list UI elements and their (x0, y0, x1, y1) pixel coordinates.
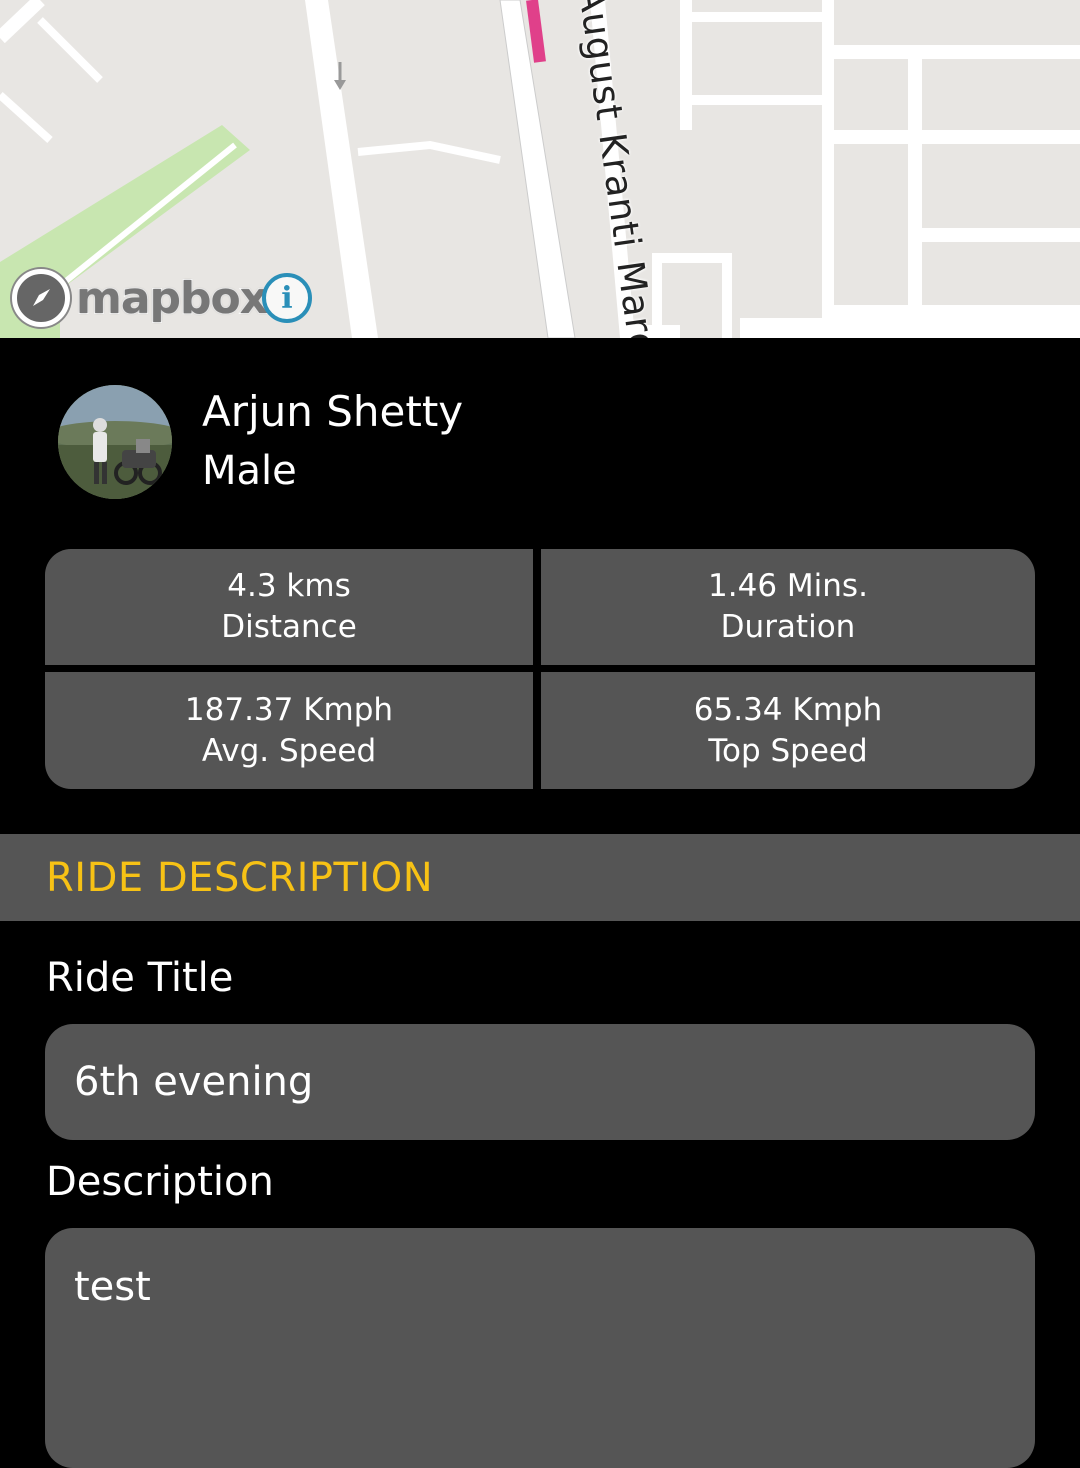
mapbox-wordmark: mapbox (75, 272, 269, 325)
compass-icon (33, 289, 50, 306)
description-label: Description (46, 1159, 274, 1205)
route-map[interactable]: August Kranti Marg mapbox i (0, 0, 1080, 338)
stat-avg-speed: 187.37 Kmph Avg. Speed (45, 672, 533, 789)
ride-description-header: RIDE DESCRIPTION (0, 834, 1080, 921)
ride-title-input[interactable]: 6th evening (45, 1024, 1035, 1140)
rider-gender: Male (202, 448, 297, 494)
avatar-photo (58, 385, 172, 499)
stat-duration-label: Duration (720, 609, 856, 645)
rider-profile: Arjun Shetty Male (58, 383, 463, 501)
stat-top-speed-label: Top Speed (708, 732, 868, 769)
stat-distance: 4.3 kms Distance (45, 549, 533, 665)
stat-top-speed-value: 65.34 Kmph (693, 691, 883, 728)
description-value: test (74, 1264, 151, 1310)
stat-distance-label: Distance (221, 609, 357, 645)
avatar[interactable] (58, 385, 172, 499)
description-textarea[interactable]: test (45, 1228, 1035, 1468)
stat-avg-speed-label: Avg. Speed (201, 732, 377, 769)
stat-top-speed: 65.34 Kmph Top Speed (541, 672, 1035, 789)
stat-duration: 1.46 Mins. Duration (541, 549, 1035, 665)
ride-title-label: Ride Title (46, 955, 234, 1001)
mapbox-logo-icon (12, 269, 70, 327)
stat-distance-value: 4.3 kms (227, 568, 351, 604)
info-icon[interactable]: i (262, 273, 312, 323)
mapbox-attribution[interactable]: mapbox (12, 268, 269, 328)
info-glyph: i (281, 280, 293, 316)
section-title: RIDE DESCRIPTION (46, 854, 434, 901)
ride-title-value: 6th evening (74, 1059, 314, 1105)
stat-avg-speed-value: 187.37 Kmph (184, 691, 394, 728)
stat-duration-value: 1.46 Mins. (708, 568, 868, 604)
rider-name: Arjun Shetty (202, 387, 464, 436)
ride-stats-grid: 4.3 kms Distance 1.46 Mins. Duration 187… (45, 549, 1035, 789)
